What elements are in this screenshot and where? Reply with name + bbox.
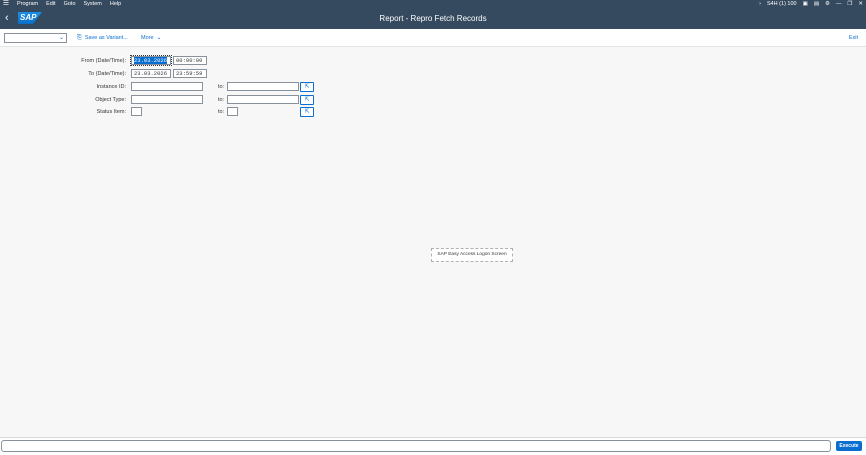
new-window-icon[interactable]: ▣ <box>803 0 808 8</box>
from-label: From (Date/Time): <box>81 58 126 64</box>
arrow-out-icon: ⇱ <box>304 84 310 90</box>
instance-to-label: to: <box>218 84 225 90</box>
menu-program[interactable]: Program <box>17 0 38 8</box>
status-from-input[interactable] <box>131 107 142 116</box>
shell-header: ‹ SAP Report - Repro Fetch Records <box>0 8 866 29</box>
to-time-input[interactable]: 23:59:59 <box>173 69 207 78</box>
object-row: Object Type: to: ⇱ <box>0 95 866 105</box>
instance-label: Instance ID: <box>96 84 126 90</box>
chevron-down-icon: ⌄ <box>156 35 162 41</box>
multiple-selection-button[interactable]: ⇱ <box>300 95 314 105</box>
menu-system[interactable]: System <box>84 0 102 8</box>
tooltip-popover[interactable]: SAP Easy Access Logon Screen <box>431 248 513 262</box>
customize-icon[interactable]: ⚙ <box>825 0 830 8</box>
status-to-label: to: <box>218 109 225 115</box>
status-label: Status Item: <box>96 109 126 115</box>
status-row: Status Item: to: ⇱ <box>0 107 866 117</box>
save-icon: ⎘ <box>77 35 82 41</box>
close-icon[interactable]: ✕ <box>858 0 863 8</box>
arrow-out-icon: ⇱ <box>304 97 310 103</box>
arrow-out-icon: ⇱ <box>304 109 310 115</box>
session-info: S4H (1) 100 <box>766 1 797 7</box>
object-to-input[interactable] <box>227 95 299 104</box>
status-to-input[interactable] <box>227 107 238 116</box>
from-row: From (Date/Time): 23.03.2026 00:00:00 <box>0 55 866 66</box>
minimize-icon[interactable]: — <box>836 0 842 8</box>
multiple-selection-button[interactable]: ⇱ <box>300 107 314 117</box>
chevron-right-icon[interactable]: › <box>759 0 761 8</box>
message-bar <box>1 440 831 452</box>
multiple-selection-button[interactable]: ⇱ <box>300 82 314 92</box>
exit-button[interactable]: Exit <box>849 33 858 43</box>
object-from-input[interactable] <box>131 95 203 104</box>
object-to-label: to: <box>218 97 225 103</box>
menu-help[interactable]: Help <box>110 0 121 8</box>
to-date-input[interactable]: 23.03.2026 <box>131 69 171 78</box>
more-button[interactable]: More ⌄ <box>141 33 162 43</box>
hamburger-icon[interactable]: ☰ <box>0 0 12 8</box>
save-as-variant-button[interactable]: ⎘ Save as Variant... <box>77 33 128 43</box>
to-label: To (Date/Time): <box>88 71 126 77</box>
maximize-icon[interactable]: ❐ <box>847 0 852 8</box>
to-row: To (Date/Time): 23.03.2026 23:59:59 <box>0 69 866 79</box>
menu-edit[interactable]: Edit <box>46 0 55 8</box>
from-time-input[interactable]: 00:00:00 <box>173 56 207 65</box>
variant-select[interactable]: ⌄ <box>4 33 67 43</box>
object-label: Object Type: <box>95 97 126 103</box>
layout-icon[interactable]: ▤ <box>814 0 819 8</box>
chevron-down-icon: ⌄ <box>58 35 64 41</box>
toolbar: ⌄ ⎘ Save as Variant... More ⌄ Exit <box>0 29 866 47</box>
from-date-input[interactable]: 23.03.2026 <box>130 55 172 66</box>
menu-bar: ☰ Program Edit Goto System Help › S4H (1… <box>0 0 866 8</box>
menu-goto[interactable]: Goto <box>64 0 76 8</box>
instance-to-input[interactable] <box>227 82 299 91</box>
instance-row: Instance ID: to: ⇱ <box>0 82 866 92</box>
instance-from-input[interactable] <box>131 82 203 91</box>
execute-button[interactable]: Execute <box>836 441 862 451</box>
page-title: Report - Repro Fetch Records <box>379 14 487 23</box>
footer-bar: Execute <box>0 437 866 455</box>
